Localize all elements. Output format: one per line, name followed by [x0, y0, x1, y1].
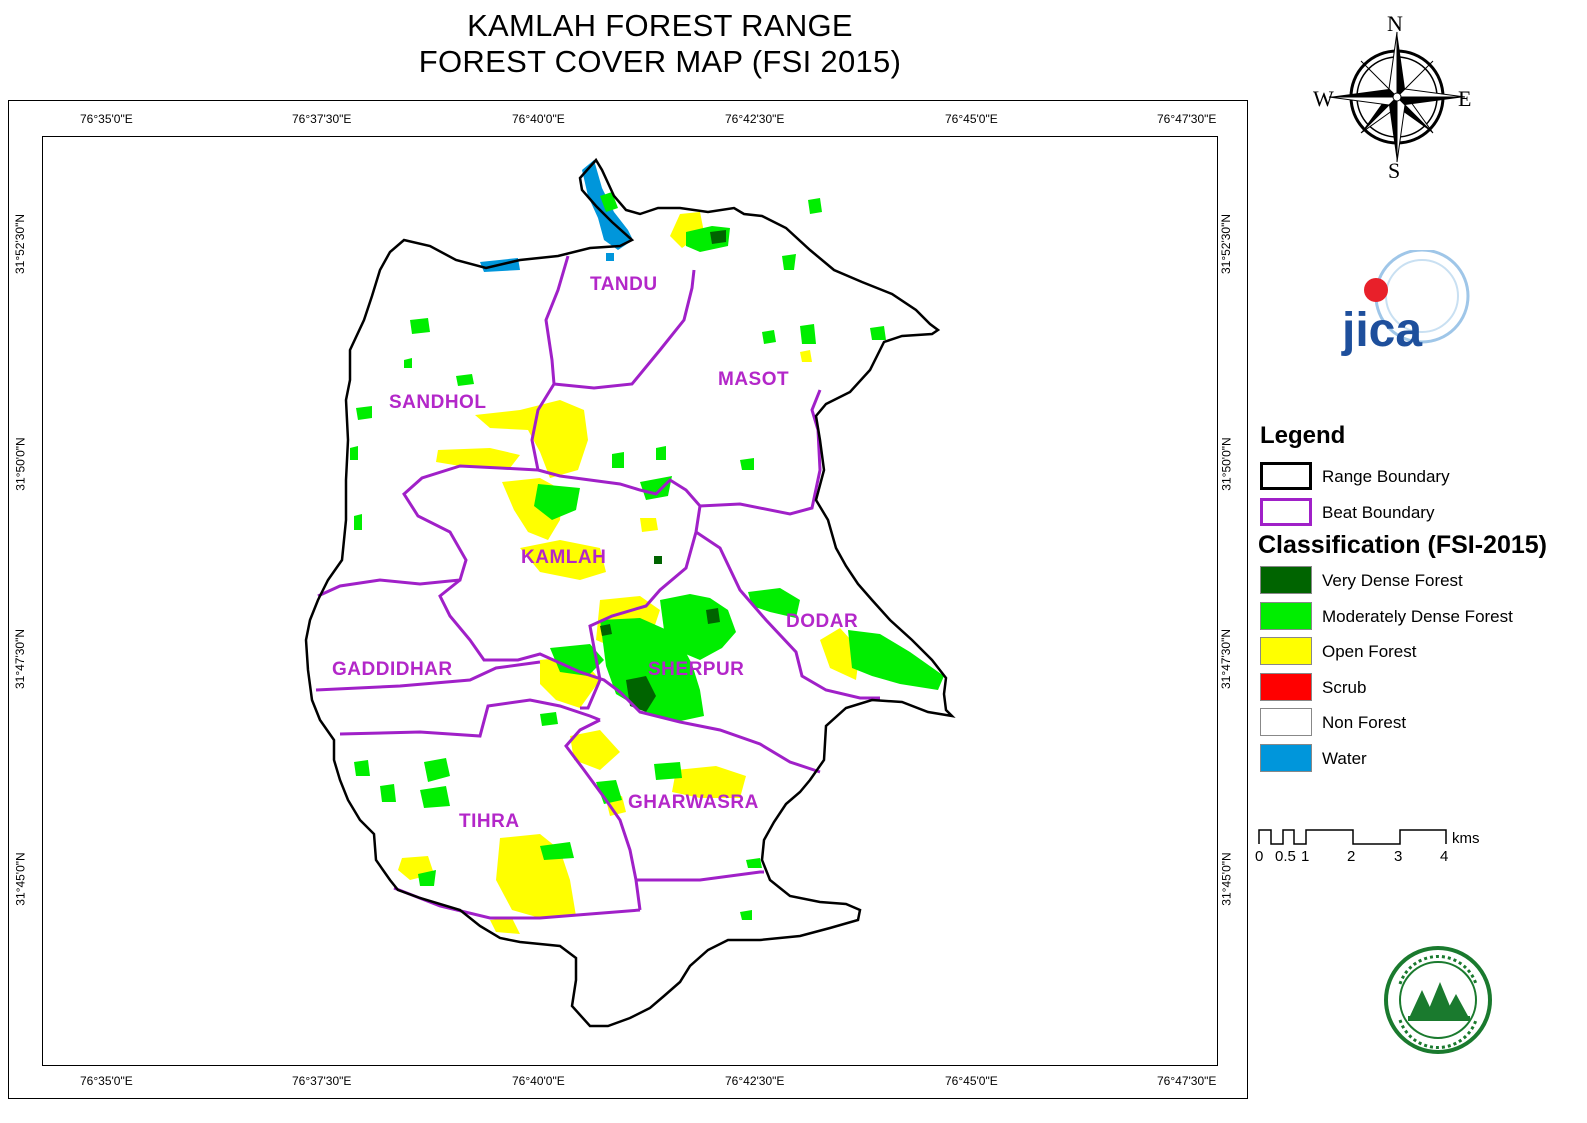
legend-swatch [1260, 708, 1312, 736]
beat-label-gharwasra: GHARWASRA [628, 792, 759, 813]
beat-label-tandu: TANDU [590, 274, 658, 295]
scale-label: 3 [1394, 848, 1403, 865]
jica-logo-graphic: jica [1341, 248, 1470, 357]
legend-label: Very Dense Forest [1322, 571, 1463, 590]
compass-west: W [1313, 86, 1334, 111]
legend-label: Open Forest [1322, 642, 1417, 661]
jica-logo: jica [1330, 248, 1475, 365]
legend-swatch [1260, 498, 1312, 526]
scale-label: 4 [1440, 848, 1449, 865]
beat-label-sandhol: SANDHOL [389, 392, 487, 413]
legend-swatch [1260, 566, 1312, 594]
legend-swatch [1260, 672, 1312, 701]
legend-swatch [1260, 743, 1312, 772]
legend-title: Legend [1260, 422, 1346, 449]
beat-label-masot: MASOT [718, 369, 790, 390]
legend-swatch [1260, 637, 1312, 665]
north-arrow: N S E W [1313, 11, 1479, 183]
beat-boundaries [315, 255, 880, 920]
beat-label-dodar: DODAR [786, 611, 859, 632]
forest-department-seal [1382, 944, 1494, 1056]
legend-swatch [1260, 601, 1312, 630]
legend-label: Water [1322, 748, 1367, 768]
legend-label: Range Boundary [1322, 467, 1450, 486]
scale-label: 0.5 [1275, 848, 1296, 865]
compass-east: E [1458, 86, 1472, 111]
forest-seal-icon [1384, 946, 1492, 1054]
scale-label: 1 [1301, 848, 1310, 865]
scale-bar-graphic [1258, 829, 1447, 845]
legend-label: Moderately Dense Forest [1322, 606, 1513, 626]
legend-label: Beat Boundary [1322, 503, 1435, 522]
legend-swatch [1260, 462, 1312, 490]
compass-rose-icon [1328, 31, 1466, 163]
beat-label-kamlah: KAMLAH [521, 547, 607, 568]
compass-north: N [1387, 11, 1403, 36]
classification-title: Classification (FSI-2015) [1258, 531, 1547, 559]
beat-label-sherpur: SHERPUR [648, 659, 745, 680]
scale-unit: kms [1452, 830, 1480, 847]
legend-label: Non Forest [1322, 713, 1407, 732]
beat-label-gaddidhar: GADDIDHAR [332, 659, 453, 680]
scale-bar: 0 0.5 1 2 3 4 kms [1255, 826, 1495, 876]
legend-label: Scrub [1322, 677, 1367, 697]
scale-label: 2 [1347, 848, 1356, 865]
beat-label-tihra: TIHRA [459, 811, 520, 832]
scale-label: 0 [1255, 848, 1264, 865]
jica-logo-text: jica [1341, 304, 1422, 357]
compass-south: S [1388, 158, 1401, 183]
